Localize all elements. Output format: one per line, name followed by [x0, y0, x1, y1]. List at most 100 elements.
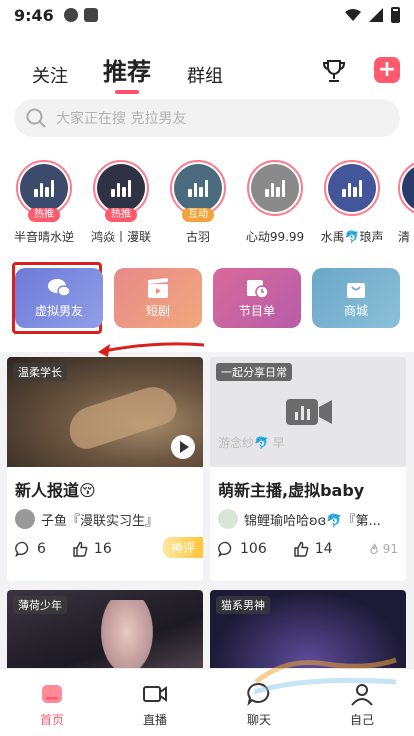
- heat-value: 91: [382, 542, 398, 556]
- flame-icon: [370, 543, 378, 554]
- wifi-icon: [345, 9, 361, 21]
- like-count: 14: [314, 541, 333, 557]
- live-avatar: [247, 160, 303, 216]
- feature-row: 虚拟男友 短剧 节目单 商城: [12, 262, 412, 334]
- post-title: 新人报道😚: [15, 481, 96, 500]
- nav-label: 聊天: [246, 713, 271, 727]
- tab-follow[interactable]: 关注: [32, 62, 68, 88]
- nav-label: 自己: [349, 713, 374, 727]
- post-card[interactable]: 薄荷少年: [7, 590, 203, 668]
- comment-count: 6: [37, 541, 46, 557]
- nav-live[interactable]: 直播: [125, 681, 185, 728]
- live-avatar: 热推: [93, 160, 149, 222]
- avatar: [15, 509, 35, 529]
- avatar: [218, 509, 238, 529]
- live-name: 鸿焱丨漫联: [90, 230, 151, 244]
- mall-tile[interactable]: 商城: [312, 268, 400, 328]
- live-audio-icon: [188, 179, 208, 197]
- author-name: 锦鲤瑜哈哈ʚɞ🐬『第...: [244, 513, 381, 529]
- live-audio-icon: [265, 179, 285, 197]
- search-bar[interactable]: 大家正在搜 克拉男友: [14, 99, 400, 137]
- virtual-boyfriend-tile[interactable]: 虚拟男友: [15, 268, 103, 328]
- hot-comment-badge: 神评: [162, 537, 203, 558]
- post-stats: 106 14 91: [210, 529, 406, 557]
- nav-home[interactable]: 首页: [22, 681, 82, 728]
- live-name: 古羽: [185, 230, 210, 244]
- like-icon[interactable]: [72, 541, 88, 557]
- tab-groups[interactable]: 群组: [187, 62, 223, 88]
- live-item[interactable]: 清: [394, 156, 414, 245]
- post-title: 萌新主播,虚拟baby: [218, 481, 365, 500]
- nav-label: 首页: [39, 713, 64, 727]
- post-cover-image: 温柔学长: [7, 357, 203, 467]
- schedule-tile[interactable]: 节目单: [213, 268, 301, 328]
- live-avatar: [324, 160, 380, 216]
- trophy-icon[interactable]: [321, 58, 347, 84]
- live-audio-icon: [111, 179, 131, 197]
- post-author[interactable]: 锦鲤瑜哈哈ʚɞ🐬『第...: [210, 501, 406, 529]
- tile-label: 商城: [343, 304, 368, 318]
- shopping-bag-icon: [347, 283, 365, 298]
- live-item[interactable]: 热推 半音晴水逆: [9, 156, 79, 245]
- search-icon: [26, 108, 46, 128]
- live-name: 半音晴水逆: [13, 230, 74, 244]
- comment-icon[interactable]: [218, 541, 234, 557]
- top-nav: 关注 推荐 群组 +: [0, 44, 414, 94]
- live-badge: 热推: [105, 208, 137, 222]
- post-tag: 猫系男神: [216, 596, 270, 614]
- tile-label: 节目单: [238, 304, 275, 318]
- live-item[interactable]: 热推 鸿焱丨漫联: [86, 156, 156, 245]
- nav-label: 直播: [142, 713, 167, 727]
- short-drama-tile[interactable]: 短剧: [114, 268, 202, 328]
- post-tag: 薄荷少年: [13, 596, 67, 614]
- status-time: 9:46: [14, 5, 54, 25]
- add-button[interactable]: +: [374, 57, 400, 83]
- feed: 温柔学长 新人报道😚 子鱼『漫联实习生』 6 16 神评 一起分享日常 游念纱🐬…: [0, 352, 414, 668]
- home-icon: [42, 685, 62, 703]
- site-watermark-logo: [253, 657, 397, 695]
- live-audio-icon: [342, 179, 362, 197]
- live-item[interactable]: 互动 古羽: [163, 156, 233, 245]
- chat-bubbles-icon: [48, 279, 71, 297]
- live-item[interactable]: 水禹🐬琅声: [317, 156, 387, 245]
- post-card[interactable]: 温柔学长 新人报道😚 子鱼『漫联实习生』 6 16 神评: [7, 357, 203, 581]
- calendar-icon: [247, 280, 269, 299]
- search-placeholder: 大家正在搜 克拉男友: [56, 111, 187, 127]
- live-badge: 热推: [28, 208, 60, 222]
- post-tag: 一起分享日常: [216, 363, 292, 381]
- heat-count: 91: [368, 542, 398, 556]
- battery-icon: [391, 7, 400, 23]
- video-camera-icon: [286, 399, 332, 425]
- live-avatar: 互动: [170, 160, 226, 222]
- clapperboard-icon: [148, 278, 168, 298]
- tab-recommend-label: 推荐: [103, 58, 151, 86]
- post-cover-image: 一起分享日常 游念纱🐬 早: [210, 357, 406, 467]
- comment-count: 106: [240, 541, 267, 557]
- like-icon[interactable]: [293, 541, 309, 557]
- author-name: 子鱼『漫联实习生』: [41, 513, 159, 529]
- tile-label: 虚拟男友: [34, 304, 83, 318]
- post-card[interactable]: 一起分享日常 游念纱🐬 早 萌新主播,虚拟baby 锦鲤瑜哈哈ʚɞ🐬『第... …: [210, 357, 406, 581]
- live-name: 水禹🐬琅声: [320, 230, 384, 244]
- post-cover-image: 薄荷少年: [7, 590, 203, 668]
- font-notification-icon: [83, 8, 98, 22]
- live-name: 心动99.99: [245, 230, 305, 244]
- video-camera-icon: [143, 686, 167, 702]
- live-avatar: [398, 160, 414, 216]
- live-strip: 热推 半音晴水逆 热推 鸿焱丨漫联 互动 古羽 心动99.99 水禹🐬琅声 清: [0, 156, 414, 246]
- tab-recommend[interactable]: 推荐: [103, 52, 151, 94]
- status-bar: 9:46: [0, 0, 414, 30]
- post-stats: 6 16 神评: [7, 529, 203, 558]
- like-count: 16: [93, 541, 112, 557]
- live-avatar: 热推: [16, 160, 72, 222]
- signal-icon: [369, 8, 383, 22]
- app-notification-icon: [63, 8, 78, 22]
- live-name: 清: [397, 230, 410, 244]
- post-author[interactable]: 子鱼『漫联实习生』: [7, 501, 203, 529]
- tile-label: 短剧: [145, 304, 170, 318]
- comment-icon[interactable]: [15, 541, 31, 557]
- live-audio-icon: [34, 179, 54, 197]
- overlay-text: 游念纱🐬 早: [218, 436, 285, 450]
- play-icon[interactable]: [171, 435, 195, 459]
- live-item[interactable]: 心动99.99: [240, 156, 310, 245]
